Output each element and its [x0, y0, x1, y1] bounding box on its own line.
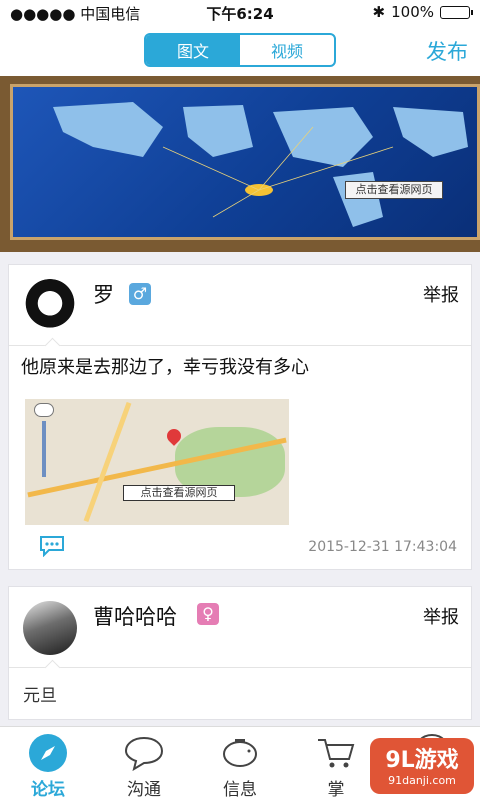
- status-right: ✱ 100%: [372, 3, 473, 21]
- banner-carousel[interactable]: 点击查看源网页: [0, 76, 480, 325]
- top-header: 图文 视频 发布: [0, 24, 480, 76]
- female-gender-icon: ♀: [197, 603, 219, 625]
- piggy-bank-icon: [218, 733, 262, 773]
- tab-info[interactable]: 信息: [192, 727, 288, 800]
- banner-source-label: 点击查看源网页: [345, 181, 443, 199]
- tab-label: 掌: [327, 780, 345, 800]
- post-username[interactable]: 曹哈哈哈: [93, 601, 177, 631]
- tab-video[interactable]: 视频: [240, 35, 334, 65]
- battery-percent: 100%: [391, 3, 434, 21]
- watermark-logo: 9L游戏 91danji.com: [370, 738, 474, 794]
- post-timestamp: 2015-12-31 17:43:04: [308, 539, 457, 555]
- comment-icon[interactable]: [39, 535, 65, 558]
- tab-communicate[interactable]: 沟通: [96, 727, 192, 800]
- watermark-main: 9L游戏: [385, 748, 459, 773]
- compass-icon: [26, 733, 70, 773]
- avatar[interactable]: [23, 279, 77, 333]
- tab-image-text[interactable]: 图文: [146, 35, 240, 65]
- map-zoom-control: [33, 403, 55, 483]
- battery-icon: [440, 5, 473, 19]
- report-button[interactable]: 举报: [423, 281, 459, 307]
- post-username[interactable]: 罗: [93, 279, 114, 309]
- male-gender-icon: ♂: [129, 283, 151, 305]
- divider: [9, 345, 471, 346]
- status-bar: ●●●●● 中国电信 下午6:24 ✱ 100%: [0, 0, 480, 24]
- report-button[interactable]: 举报: [423, 603, 459, 629]
- banner-image[interactable]: 点击查看源网页: [10, 84, 480, 240]
- post-text: 他原来是去那边了，幸亏我没有多心: [21, 357, 309, 378]
- watermark-sub: 91danji.com: [388, 774, 456, 787]
- tab-label: 信息: [223, 780, 257, 800]
- post-card[interactable]: 罗 ♂ 举报 他原来是去那边了，幸亏我没有多心 点击查看源网页 2015-12-…: [8, 264, 472, 570]
- post-text: 元旦: [23, 686, 57, 706]
- publish-button[interactable]: 发布: [426, 36, 468, 66]
- avatar[interactable]: [23, 601, 77, 655]
- world-map-graphic: [53, 102, 468, 227]
- chat-bubble-icon: [122, 733, 166, 773]
- tab-label: 论坛: [31, 780, 65, 800]
- tab-forum[interactable]: 论坛: [0, 727, 96, 800]
- content-type-segment: 图文 视频: [144, 33, 336, 67]
- post-image-map[interactable]: 点击查看源网页: [25, 399, 289, 525]
- divider: [9, 667, 471, 668]
- tab-label: 沟通: [127, 780, 161, 800]
- post-card[interactable]: 曹哈哈哈 ♀ 举报 元旦: [8, 586, 472, 720]
- cart-icon: [314, 733, 358, 773]
- map-source-label: 点击查看源网页: [123, 485, 235, 501]
- bluetooth-icon: ✱: [372, 3, 386, 21]
